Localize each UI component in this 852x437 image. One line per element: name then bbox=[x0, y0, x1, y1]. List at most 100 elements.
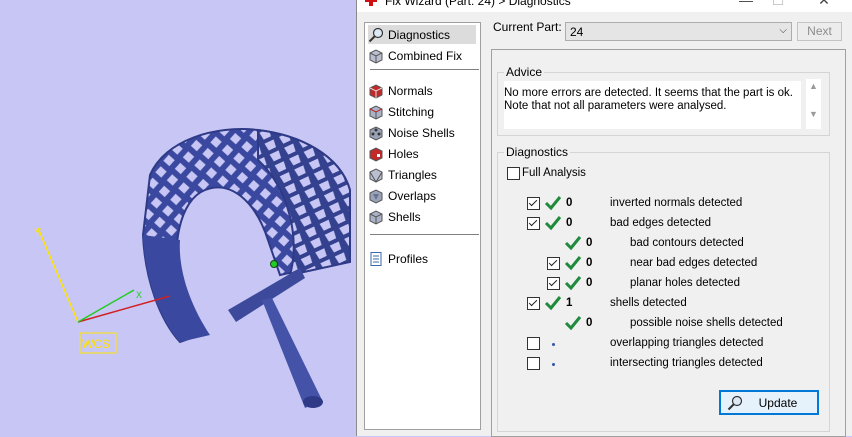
checkmark-icon bbox=[564, 316, 582, 331]
selection-marker bbox=[270, 260, 278, 268]
pending-dot-icon bbox=[552, 363, 555, 366]
full-analysis-label: Full Analysis bbox=[522, 167, 586, 179]
row-checkbox[interactable] bbox=[527, 297, 540, 310]
nav-item-label: Overlaps bbox=[388, 188, 437, 203]
shell-cube-icon bbox=[369, 209, 383, 225]
nav-separator bbox=[370, 69, 479, 70]
cube-icon bbox=[369, 48, 383, 64]
support-bar bbox=[228, 268, 305, 322]
row-count: 1 bbox=[566, 297, 573, 309]
advice-line-1: No more errors are detected. It seems th… bbox=[504, 87, 793, 99]
row-text: inverted normals detected bbox=[610, 197, 743, 209]
advice-scrollbar[interactable]: ▲ ▼ bbox=[806, 79, 821, 129]
chevron-down-icon: ⌵ bbox=[779, 25, 787, 36]
overlap-cube-icon bbox=[369, 188, 383, 204]
nav-item-overlaps[interactable]: Overlaps bbox=[368, 186, 476, 205]
x-axis-label: X bbox=[136, 290, 142, 300]
maximize-button[interactable]: ☐ bbox=[761, 0, 795, 12]
diagnostics-panel: Advice No more errors are detected. It s… bbox=[491, 49, 846, 437]
nav-item-combined-fix[interactable]: Combined Fix bbox=[368, 46, 476, 65]
window-title: Fix Wizard (Part: 24) > Diagnostics bbox=[385, 0, 571, 8]
scroll-down-icon[interactable]: ▼ bbox=[809, 109, 818, 119]
dialog-titlebar[interactable]: Fix Wizard (Part: 24) > Diagnostics — ☐ … bbox=[357, 0, 852, 12]
row-count: 0 bbox=[586, 257, 593, 269]
wizard-nav: Diagnostics Combined Fix Normals Stitchi… bbox=[364, 22, 481, 430]
nav-item-label: Diagnostics bbox=[388, 27, 451, 42]
row-checkbox[interactable] bbox=[547, 277, 560, 290]
full-analysis-checkbox[interactable] bbox=[507, 167, 520, 180]
advice-line-2: Note that not all parameters were analys… bbox=[504, 100, 727, 112]
checkmark-icon bbox=[564, 256, 582, 271]
row-text: near bad edges detected bbox=[630, 257, 758, 269]
row-checkbox[interactable] bbox=[527, 357, 540, 370]
red-cube-icon bbox=[369, 83, 383, 99]
row-text: planar holes detected bbox=[630, 277, 740, 289]
row-count: 0 bbox=[566, 217, 573, 229]
current-part-select[interactable]: 24 ⌵ bbox=[565, 22, 792, 41]
advice-text: No more errors are detected. It seems th… bbox=[504, 81, 801, 129]
row-count: 0 bbox=[586, 277, 593, 289]
row-text: possible noise shells detected bbox=[630, 317, 783, 329]
nav-item-label: Stitching bbox=[388, 104, 435, 119]
diagnostics-title: Diagnostics bbox=[504, 145, 571, 159]
magnifier-icon bbox=[368, 27, 384, 42]
document-icon bbox=[370, 251, 382, 266]
stitch-cube-icon bbox=[369, 104, 383, 120]
row-count: 0 bbox=[586, 237, 593, 249]
nav-item-shells[interactable]: Shells bbox=[368, 207, 476, 226]
nav-item-label: Normals bbox=[388, 83, 433, 98]
advice-group: Advice No more errors are detected. It s… bbox=[497, 65, 830, 136]
nav-separator bbox=[370, 234, 479, 235]
x-axis-line bbox=[77, 295, 171, 323]
next-button[interactable]: Next bbox=[797, 22, 842, 41]
checkmark-icon bbox=[564, 276, 582, 291]
row-checkbox[interactable] bbox=[527, 197, 540, 210]
row-checkbox[interactable] bbox=[527, 217, 540, 230]
nav-item-diagnostics[interactable]: Diagnostics bbox=[368, 25, 476, 44]
y-axis-line bbox=[37, 227, 79, 323]
nav-item-triangles[interactable]: Triangles bbox=[368, 165, 476, 184]
nav-item-label: Holes bbox=[388, 146, 419, 161]
row-text: intersecting triangles detected bbox=[610, 357, 763, 369]
fix-wizard-dialog: Fix Wizard (Part: 24) > Diagnostics — ☐ … bbox=[356, 0, 852, 437]
nav-item-normals[interactable]: Normals bbox=[368, 81, 476, 100]
nav-item-label: Noise Shells bbox=[388, 125, 455, 140]
scroll-up-icon[interactable]: ▲ bbox=[809, 81, 818, 91]
update-button[interactable]: Update bbox=[719, 390, 819, 415]
checkmark-icon bbox=[544, 196, 562, 211]
row-checkbox[interactable] bbox=[527, 337, 540, 350]
support-stem bbox=[262, 298, 322, 408]
nav-item-label: Combined Fix bbox=[388, 48, 463, 63]
checkmark-icon bbox=[544, 296, 562, 311]
pending-dot-icon bbox=[552, 343, 555, 346]
triangle-cube-icon bbox=[369, 167, 383, 183]
dotted-cube-icon bbox=[369, 125, 383, 141]
update-label: Update bbox=[758, 396, 798, 410]
nav-item-label: Profiles bbox=[388, 251, 429, 266]
nav-item-profiles[interactable]: Profiles bbox=[368, 249, 476, 268]
wcs-label: WCS bbox=[82, 337, 110, 351]
row-count: 0 bbox=[586, 317, 593, 329]
row-text: overlapping triangles detected bbox=[610, 337, 764, 349]
hole-cube-icon bbox=[369, 146, 383, 162]
advice-title: Advice bbox=[504, 65, 545, 79]
current-part-value: 24 bbox=[570, 25, 584, 39]
nav-item-label: Triangles bbox=[388, 167, 437, 182]
row-checkbox[interactable] bbox=[547, 257, 560, 270]
row-count: 0 bbox=[566, 197, 573, 209]
diagnostics-group: Diagnostics Full Analysis 0 inverted nor… bbox=[497, 145, 830, 432]
3d-viewport[interactable]: Y X WCS bbox=[0, 0, 356, 436]
nav-item-stitching[interactable]: Stitching bbox=[368, 102, 476, 121]
model-scene: Y X WCS bbox=[34, 128, 351, 408]
y-axis-label: Y bbox=[34, 227, 42, 239]
checkmark-icon bbox=[544, 216, 562, 231]
row-text: bad contours detected bbox=[630, 237, 744, 249]
nav-item-holes[interactable]: Holes bbox=[368, 144, 476, 163]
minimize-button[interactable]: — bbox=[729, 0, 763, 12]
row-text: bad edges detected bbox=[610, 217, 712, 229]
close-button[interactable]: ✕ bbox=[807, 0, 841, 12]
app-icon bbox=[365, 0, 377, 6]
row-text: shells detected bbox=[610, 297, 687, 309]
nav-item-noise-shells[interactable]: Noise Shells bbox=[368, 123, 476, 142]
checkmark-icon bbox=[564, 236, 582, 251]
